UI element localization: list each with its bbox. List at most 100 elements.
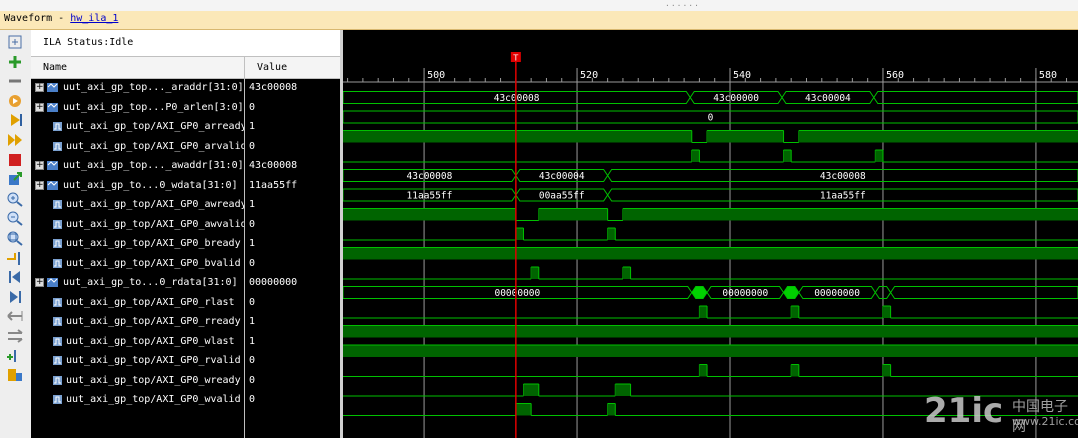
bit-high-fill [791, 364, 799, 377]
bit-high-fill [875, 150, 883, 162]
bit-high-fill [538, 208, 608, 221]
name-column-header[interactable]: Name [31, 57, 244, 79]
go-to-start-button[interactable] [5, 269, 25, 285]
signal-row[interactable]: uut_axi_gp_top/AXI_GP0_awvalid [31, 216, 244, 235]
expand-bus-icon[interactable]: + [35, 102, 44, 112]
signal-row[interactable]: uut_axi_gp_top/AXI_GP0_rvalid [31, 352, 244, 371]
bit-high-fill [783, 150, 792, 162]
remove-probe-button[interactable] [5, 73, 25, 89]
ruler-tick-label: 520 [580, 70, 598, 81]
bit-high-fill [515, 228, 524, 240]
next-transition-button[interactable] [5, 328, 25, 344]
zoom-fit-button[interactable] [5, 34, 25, 50]
signal-name: uut_axi_gp_top/AXI_GP0_awvalid [66, 218, 244, 230]
bit-high-fill [798, 130, 1078, 143]
signal-row[interactable]: + uut_axi_gp_to...0_rdata[31:0] [31, 274, 244, 293]
signal-row[interactable]: + uut_axi_gp_top...P0_arlen[3:0] [31, 99, 244, 118]
waveform-canvas[interactable]: 500 520 540 560 580 43c00008 43c00000 43c00004 0… [343, 30, 1078, 438]
signal-row[interactable]: uut_axi_gp_top/AXI_GP0_arvalid [31, 138, 244, 157]
bit-high-fill [343, 208, 516, 221]
waveform-svg[interactable]: 500 520 540 560 580 43c00008 43c00000 43c00004 0… [343, 30, 1078, 438]
bit-high-fill [882, 306, 891, 318]
ila-status-text: ILA Status:Idle [43, 37, 134, 48]
name-header-label: Name [43, 62, 68, 73]
expand-bus-icon[interactable]: + [35, 83, 44, 92]
expand-bus-icon[interactable]: + [35, 180, 44, 190]
bit-high-fill [791, 306, 799, 318]
signal-row[interactable]: + uut_axi_gp_top..._awaddr[31:0] [31, 157, 244, 176]
value-column-header[interactable]: Value [245, 57, 340, 79]
ila-core-link[interactable]: hw_ila_1 [70, 13, 118, 24]
bit-probe-icon [53, 122, 62, 131]
bus-value-label: 00000000 [494, 288, 540, 299]
signal-value-text: 0 [249, 355, 256, 366]
watermark-url: www.21ic.com [1012, 415, 1078, 428]
bus-segment [691, 286, 708, 299]
window-title: Waveform - hw_ila_1 [4, 13, 118, 24]
signal-row[interactable]: uut_axi_gp_top/AXI_GP0_wready [31, 372, 244, 391]
signal-row[interactable]: + uut_axi_gp_to...0_wdata[31:0] [31, 177, 244, 196]
bit-probe-icon [53, 395, 62, 404]
expand-bus-icon[interactable]: + [35, 161, 44, 170]
signal-value-text: 1 [249, 238, 256, 249]
expand-bus-icon[interactable]: + [35, 278, 44, 287]
remove-probe-icon [9, 79, 21, 83]
signal-row[interactable]: uut_axi_gp_top/AXI_GP0_rlast [31, 294, 244, 313]
bit-high-fill [699, 306, 708, 318]
go-to-end-icon [10, 290, 21, 303]
bit-high-fill [531, 267, 539, 279]
bus-probe-icon [47, 161, 58, 170]
zoom-out-button[interactable] [5, 210, 25, 227]
go-to-end-button[interactable] [5, 289, 25, 305]
signal-name: uut_axi_gp_top/AXI_GP0_bvalid [66, 257, 241, 269]
bus-value-label: 43c00004 [805, 93, 851, 104]
export-button[interactable] [5, 171, 25, 187]
stop-trigger-button[interactable] [5, 152, 25, 168]
bit-high-fill [707, 130, 784, 143]
zoom-out-icon [7, 211, 23, 227]
signal-name: uut_axi_gp_top/AXI_GP0_wvalid [66, 394, 241, 405]
zoom-full-button[interactable] [5, 230, 25, 246]
signal-name: uut_axi_gp_to...0_rdata[31:0] [63, 277, 238, 288]
add-marker-button[interactable] [5, 348, 25, 364]
signal-row[interactable]: uut_axi_gp_top/AXI_GP0_wvalid [31, 391, 244, 410]
go-to-cursor-icon [7, 251, 20, 265]
run-trigger-immediate-button[interactable] [5, 93, 25, 109]
signal-row[interactable]: uut_axi_gp_top/AXI_GP0_arready [31, 118, 244, 137]
run-trigger-auto-button[interactable] [5, 132, 25, 148]
go-to-cursor-button[interactable] [5, 250, 25, 266]
bit-high-fill [607, 403, 616, 416]
signal-row[interactable]: uut_axi_gp_top/AXI_GP0_bready [31, 235, 244, 254]
previous-transition-button[interactable] [5, 308, 25, 324]
signal-name: uut_axi_gp_top/AXI_GP0_arvalid [66, 140, 244, 152]
signal-row[interactable]: uut_axi_gp_top/AXI_GP0_wlast [31, 333, 244, 352]
signal-row[interactable]: uut_axi_gp_top/AXI_GP0_bvalid [31, 255, 244, 274]
signal-name: uut_axi_gp_top/AXI_GP0_awready [66, 199, 244, 210]
signal-value-text: 43c00008 [249, 160, 298, 171]
zoom-full-icon [7, 231, 23, 246]
bit-high-fill [343, 130, 692, 143]
zoom-in-button[interactable] [5, 191, 25, 207]
bit-probe-icon [53, 239, 62, 248]
signal-row[interactable]: + uut_axi_gp_top..._araddr[31:0] [31, 79, 244, 98]
signal-row[interactable]: uut_axi_gp_top/AXI_GP0_rready [31, 313, 244, 332]
add-probe-button[interactable] [5, 54, 25, 70]
signal-value-text: 0 [249, 257, 256, 269]
bit-high-fill [882, 364, 891, 377]
bus-segment [873, 91, 1078, 104]
splitter-grip-icon[interactable]: ...... [665, 0, 700, 8]
bus-value-label: 43c00008 [407, 171, 453, 182]
ruler-tick-label: 580 [1039, 70, 1057, 81]
value-header-label: Value [257, 62, 288, 73]
bit-high-fill [343, 325, 1078, 338]
signal-row[interactable]: uut_axi_gp_top/AXI_GP0_awready [31, 196, 244, 215]
add-marker-icon [7, 349, 16, 362]
signal-name: uut_axi_gp_top/AXI_GP0_wready [66, 374, 241, 386]
signal-name: uut_axi_gp_top/AXI_GP0_arready [66, 121, 244, 132]
run-trigger-button[interactable] [5, 112, 25, 128]
bus-probe-icon [47, 102, 58, 112]
swap-cursors-button[interactable] [5, 367, 25, 383]
ruler-tick-label: 560 [886, 70, 904, 81]
bit-probe-icon [53, 297, 62, 307]
signal-value-text: 1 [249, 121, 256, 132]
